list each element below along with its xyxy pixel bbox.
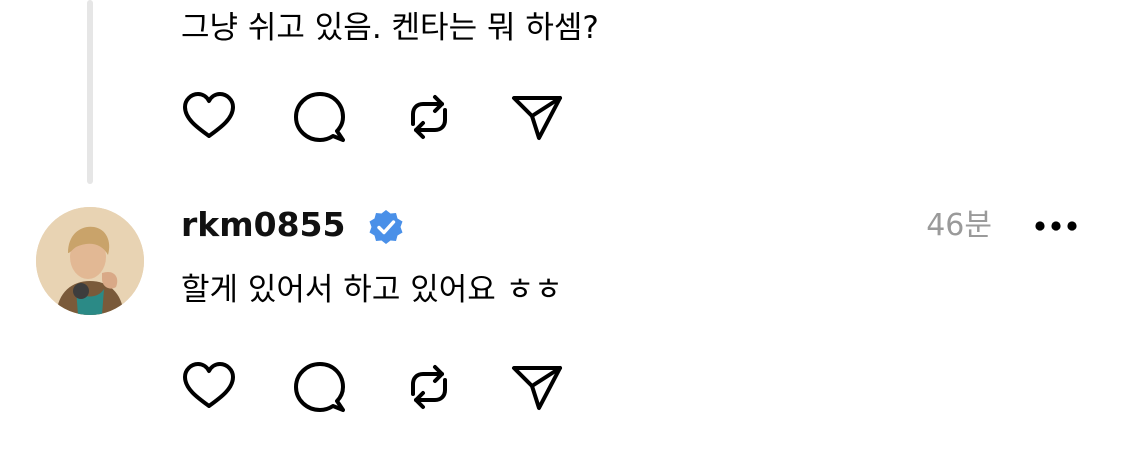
more-horizontal-icon (1035, 221, 1077, 231)
comment-icon (294, 362, 345, 412)
share-button[interactable] (508, 88, 566, 146)
send-icon (512, 96, 562, 140)
reply-action-bar (180, 358, 600, 416)
repost-icon (411, 365, 447, 409)
reply-button[interactable] (290, 88, 348, 146)
comment-icon (294, 92, 345, 142)
repost-icon (411, 95, 447, 139)
heart-icon (183, 362, 235, 408)
share-button[interactable] (508, 358, 566, 416)
send-icon (512, 366, 562, 410)
reply-text: 할게 있어서 하고 있어요 ㅎㅎ (181, 272, 563, 308)
timestamp: 46분 (926, 208, 992, 243)
thread-connector-line (87, 0, 93, 184)
verified-badge-icon (369, 210, 403, 244)
username[interactable]: rkm0855 (181, 204, 345, 246)
more-options-button[interactable] (1028, 208, 1084, 244)
heart-icon (183, 92, 235, 138)
repost-button[interactable] (400, 88, 458, 146)
avatar-image (36, 207, 144, 315)
repost-button[interactable] (400, 358, 458, 416)
like-button[interactable] (180, 358, 238, 416)
parent-post-text: 그냥 쉬고 있음. 켄타는 뭐 하셈? (181, 10, 599, 46)
reply-button[interactable] (290, 358, 348, 416)
parent-post-action-bar (180, 88, 600, 146)
like-button[interactable] (180, 88, 238, 146)
avatar[interactable] (36, 207, 144, 315)
